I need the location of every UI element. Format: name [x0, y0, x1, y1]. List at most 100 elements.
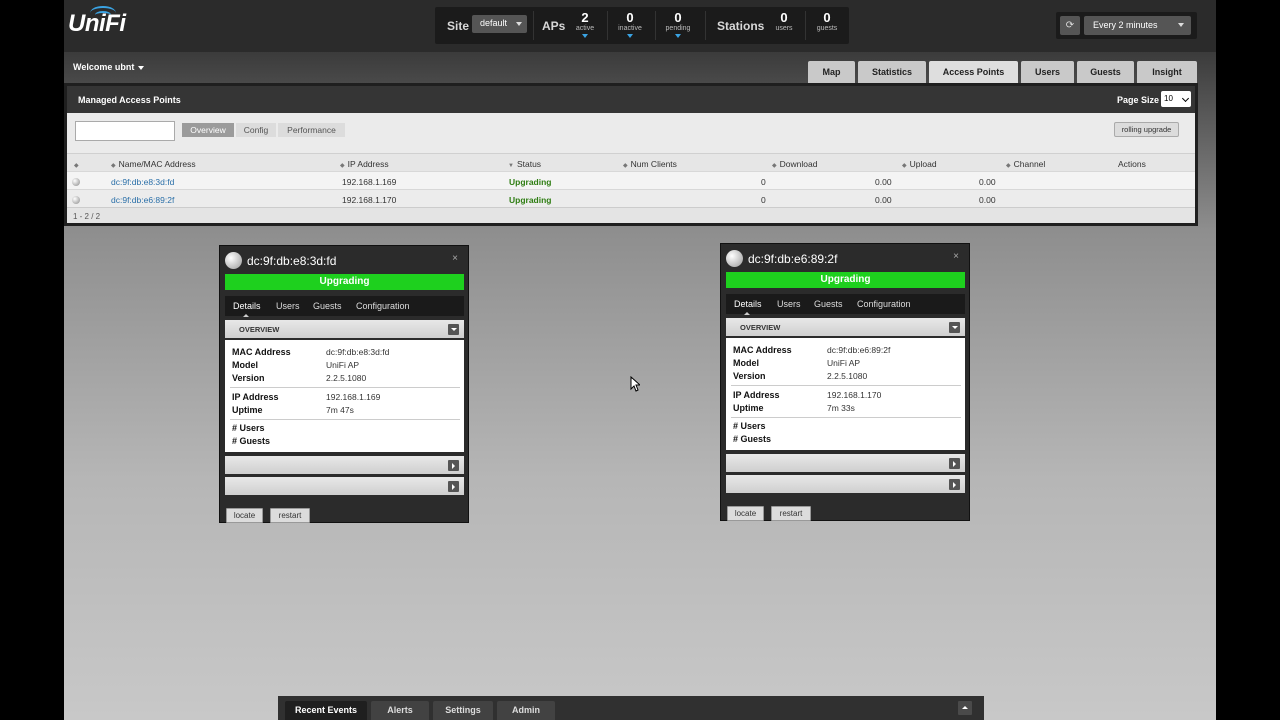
ap-status: Upgrading [509, 195, 552, 205]
col-channel[interactable]: ◆ Channel [1006, 159, 1045, 169]
tab-details[interactable]: Details [233, 301, 261, 311]
table-header: ◆ ◆ Name/MAC Address ◆ IP Address ▼ Status … [67, 153, 1195, 171]
page-size-select[interactable]: 10 [1161, 91, 1191, 107]
tab-admin[interactable]: Admin [497, 701, 555, 720]
tab-access-points[interactable]: Access Points [929, 61, 1018, 83]
overview-section-header[interactable]: OVERVIEW [726, 318, 965, 336]
tab-guests[interactable]: Guests [313, 301, 342, 311]
tab-guests[interactable]: Guests [814, 299, 843, 309]
locate-button[interactable]: locate [226, 508, 263, 523]
tab-users[interactable]: Users [777, 299, 801, 309]
col-download[interactable]: ◆ Download [772, 159, 817, 169]
subtab-config[interactable]: Config [236, 123, 276, 137]
overview-section-header[interactable]: OVERVIEW [225, 320, 464, 338]
ip-value: 192.168.1.169 [326, 392, 381, 402]
top-bar: UniFi Site default APs 2 active 0 inacti… [64, 0, 1216, 52]
expand-icon[interactable] [448, 460, 459, 471]
subtab-performance[interactable]: Performance [278, 123, 345, 137]
subtab-overview[interactable]: Overview [182, 123, 234, 137]
expand-icon[interactable] [949, 479, 960, 490]
tab-guests[interactable]: Guests [1077, 61, 1134, 83]
collapsed-section[interactable] [225, 477, 464, 495]
collapse-icon[interactable] [448, 324, 459, 335]
tab-details[interactable]: Details [734, 299, 762, 309]
active-tab-indicator [243, 314, 249, 317]
locate-button[interactable]: locate [727, 506, 764, 521]
refresh-interval-select[interactable]: Every 2 minutes [1084, 16, 1191, 35]
aps-label: APs [542, 19, 566, 33]
guests-label: # Guests [232, 436, 271, 446]
col-num-clients[interactable]: ◆ Num Clients [623, 159, 677, 169]
uptime-value: 7m 47s [326, 405, 354, 415]
tab-users[interactable]: Users [276, 301, 300, 311]
divider [731, 385, 961, 386]
ap-name-link[interactable]: dc:9f:db:e8:3d:fd [111, 177, 174, 187]
refresh-control: ⟳ Every 2 minutes [1056, 12, 1197, 39]
tab-users[interactable]: Users [1021, 61, 1074, 83]
tab-settings[interactable]: Settings [433, 701, 493, 720]
model-value: UniFi AP [827, 358, 861, 368]
aps-active-count: 2 [581, 10, 589, 25]
rolling-upgrade-button[interactable]: rolling upgrade [1114, 122, 1179, 137]
restart-button[interactable]: restart [771, 506, 811, 521]
filter-input[interactable] [75, 121, 175, 141]
chevron-down-icon [1181, 94, 1190, 103]
stations-users-stat[interactable]: 0 users [762, 11, 806, 33]
overview-details: MAC Address dc:9f:db:e6:89:2f Model UniF… [726, 338, 965, 450]
tab-insight[interactable]: Insight [1137, 61, 1197, 83]
status-badge: Upgrading [225, 274, 464, 290]
tab-statistics[interactable]: Statistics [858, 61, 926, 83]
tab-map[interactable]: Map [808, 61, 855, 83]
collapsed-section[interactable] [225, 456, 464, 474]
unifi-logo[interactable]: UniFi [68, 6, 126, 38]
aps-inactive-stat[interactable]: 0 inactive [608, 11, 652, 38]
col-status-label: Status [516, 159, 542, 169]
tab-configuration[interactable]: Configuration [857, 299, 911, 309]
overview-title: OVERVIEW [740, 323, 781, 332]
aps-pending-count: 0 [674, 10, 682, 25]
ap-name-link[interactable]: dc:9f:db:e6:89:2f [111, 195, 174, 205]
ip-value: 192.168.1.170 [827, 390, 882, 400]
col-status[interactable]: ▼ Status [508, 159, 541, 169]
restart-button[interactable]: restart [270, 508, 310, 523]
table-row[interactable]: dc:9f:db:e6:89:2f 192.168.1.170 Upgradin… [67, 189, 1195, 207]
col-upload[interactable]: ◆ Upload [902, 159, 937, 169]
col-ip[interactable]: ◆ IP Address [340, 159, 389, 169]
stations-guests-count: 0 [823, 10, 831, 25]
close-icon[interactable]: × [449, 253, 461, 265]
tab-configuration[interactable]: Configuration [356, 301, 410, 311]
aps-pending-stat[interactable]: 0 pending [656, 11, 700, 38]
sort-icon: ◆ [772, 163, 777, 169]
refresh-icon[interactable]: ⟳ [1060, 16, 1080, 35]
sort-all-icon[interactable]: ◆ [74, 159, 82, 169]
close-icon[interactable]: × [950, 251, 962, 263]
tab-alerts[interactable]: Alerts [371, 701, 429, 720]
managed-access-points-panel: Managed Access Points Page Size 10 Overv… [64, 83, 1198, 226]
site-label: Site [447, 19, 470, 33]
collapsed-section[interactable] [726, 454, 965, 472]
site-select[interactable]: default [472, 15, 527, 33]
collapsed-section[interactable] [726, 475, 965, 493]
stations-guests-stat[interactable]: 0 guests [805, 11, 849, 33]
expand-panel-icon[interactable] [958, 701, 972, 715]
ap-upload: 0.00 [979, 177, 996, 187]
tab-recent-events[interactable]: Recent Events [285, 701, 367, 720]
status-badge: Upgrading [726, 272, 965, 288]
table-pager: 1 - 2 / 2 [67, 207, 1195, 223]
sort-icon: ◆ [111, 163, 116, 169]
ap-status-dot-icon [72, 178, 80, 186]
aps-active-stat[interactable]: 2 active [563, 11, 607, 38]
aps-inactive-count: 0 [626, 10, 634, 25]
welcome-menu[interactable]: Welcome ubnt [73, 62, 145, 72]
page-size-value: 10 [1164, 94, 1173, 103]
sort-icon: ◆ [1006, 163, 1011, 169]
expand-icon[interactable] [448, 481, 459, 492]
expand-icon[interactable] [949, 458, 960, 469]
card-tabs: Details Users Guests Configuration [726, 294, 965, 315]
col-name-mac[interactable]: ◆ Name/MAC Address [111, 159, 196, 169]
active-tab-indicator [744, 312, 750, 315]
chevron-down-icon [138, 65, 145, 70]
table-row[interactable]: dc:9f:db:e8:3d:fd 192.168.1.169 Upgradin… [67, 171, 1195, 189]
collapse-icon[interactable] [949, 322, 960, 333]
mac-label: MAC Address [232, 347, 291, 357]
